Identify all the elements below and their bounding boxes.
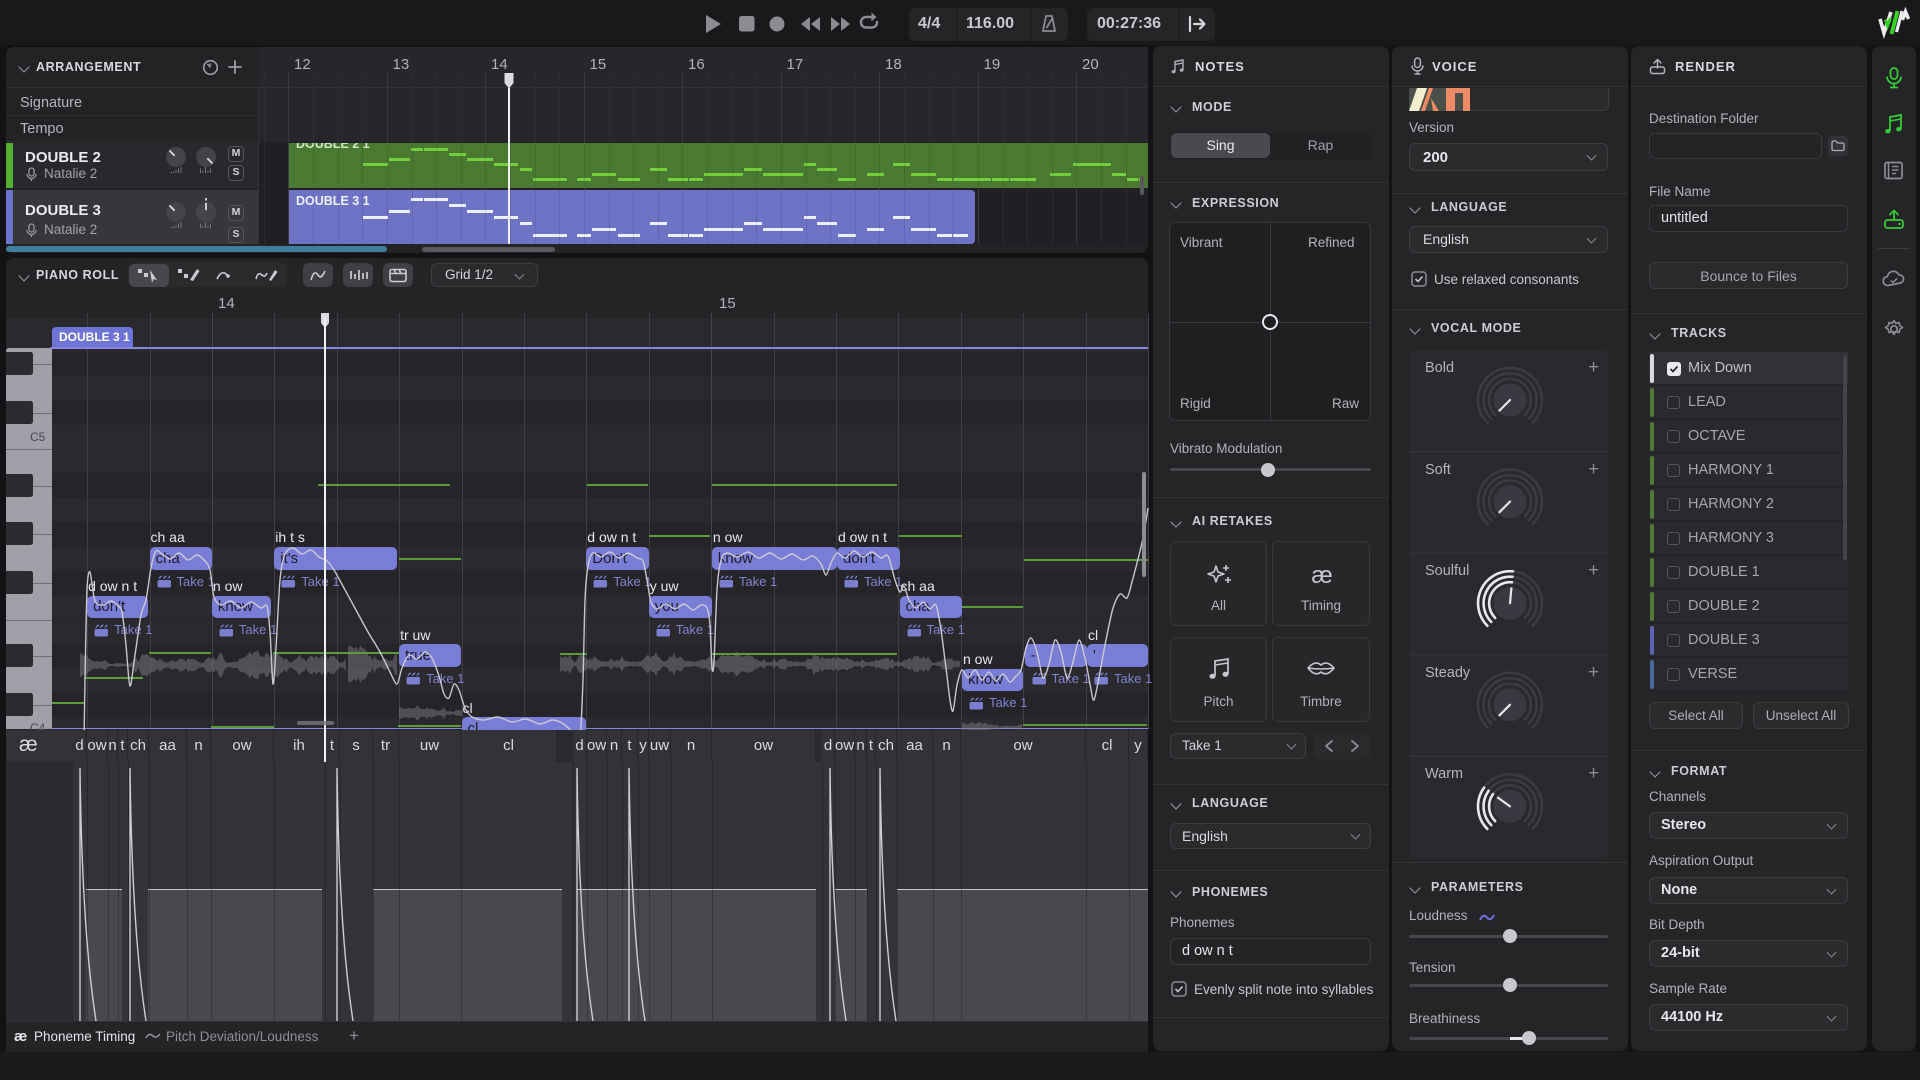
svg-text:æ: æ	[1311, 562, 1332, 589]
